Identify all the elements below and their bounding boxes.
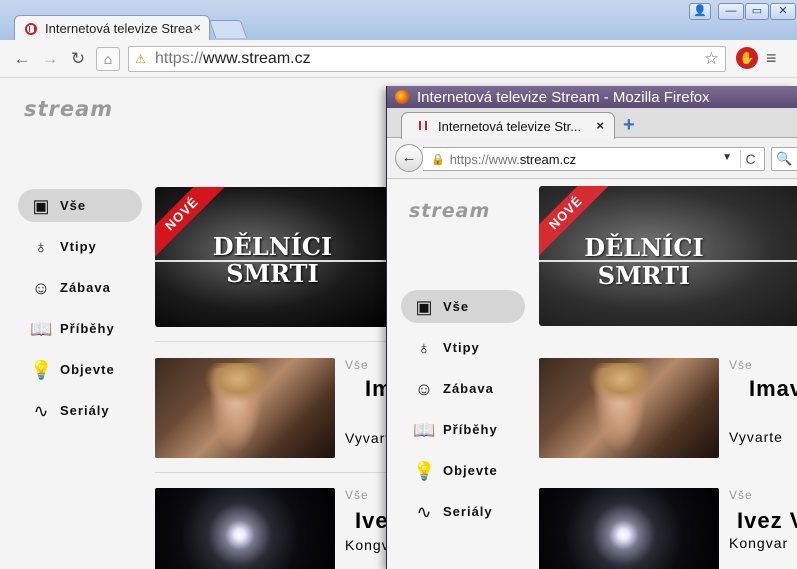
url-dropdown-icon[interactable]: ▼ <box>722 152 732 163</box>
chrome-titlebar: Internetová televize Stream × 👤 — ▭ ✕ <box>0 0 797 41</box>
menu-item-label: Objevte <box>60 362 115 377</box>
menu-item-1[interactable]: ♁ Vtipy <box>18 230 142 263</box>
stream-favicon-icon <box>416 120 428 132</box>
pulse-icon: ∿ <box>416 501 432 522</box>
new-tab-button[interactable] <box>208 20 248 38</box>
menu-item-2[interactable]: ☺ Zábava <box>18 271 142 304</box>
new-tab-plus-icon[interactable]: + <box>623 114 635 137</box>
reload-icon[interactable]: ↻ <box>68 49 88 69</box>
menu-item-label: Objevte <box>443 463 498 478</box>
hero-title-line2: SMRTI <box>597 261 691 290</box>
firefox-tab[interactable]: Internetová televize Str... × <box>401 112 615 139</box>
bookmark-star-icon[interactable]: ☆ <box>704 49 719 69</box>
menu-item-4[interactable]: 💡 Objevte <box>401 454 525 487</box>
play-box-icon: ▣ <box>32 195 50 216</box>
adblock-extension-icon[interactable]: ✋ <box>736 47 758 69</box>
hero-banner[interactable]: NOVÉ DĚLNÍCI SMRTI <box>539 186 797 326</box>
close-window-button[interactable]: ✕ <box>770 3 796 20</box>
book-icon: 📖 <box>413 419 436 440</box>
video-thumbnail[interactable] <box>155 358 335 458</box>
bomb-icon: ♁ <box>417 337 431 358</box>
book-icon: 📖 <box>30 318 53 339</box>
lightbulb-icon: 💡 <box>413 460 436 481</box>
firefox-window: Internetová televize Stream - Mozilla Fi… <box>386 86 797 569</box>
firefox-tab-title: Internetová televize Str... <box>438 118 582 134</box>
card-category: Vše <box>729 358 753 372</box>
close-tab-icon[interactable]: × <box>596 118 604 133</box>
bomb-icon: ♁ <box>34 236 48 257</box>
menu-item-1[interactable]: ♁ Vtipy <box>401 331 525 364</box>
close-tab-icon[interactable]: × <box>193 20 201 35</box>
stream-logo[interactable]: stream <box>24 97 113 121</box>
firefox-logo-icon <box>395 90 409 104</box>
menu-item-label: Příběhy <box>443 422 498 437</box>
firefox-tabbar: Internetová televize Str... × + <box>387 108 797 139</box>
hero-banner[interactable]: NOVÉ DĚLNÍCI SMRTI <box>155 187 390 327</box>
back-arrow-icon[interactable]: ← <box>395 144 423 172</box>
firefox-page-content: stream ▣ Vše ♁ Vtipy ☺ Zábava 📖 Příběhy 💡 Objevte… <box>387 180 797 569</box>
pulse-icon: ∿ <box>33 400 49 421</box>
search-icon[interactable]: 🔍 <box>771 147 797 171</box>
reload-icon[interactable]: C <box>740 150 760 168</box>
minimize-button[interactable]: — <box>718 3 744 20</box>
menu-item-3[interactable]: 📖 Příběhy <box>18 312 142 345</box>
card-category: Vše <box>345 358 369 372</box>
lock-icon[interactable]: 🔒 <box>431 153 445 166</box>
menu-item-2[interactable]: ☺ Zábava <box>401 372 525 405</box>
menu-item-label: Vše <box>443 299 470 314</box>
warning-lock-icon[interactable]: ⚠ <box>135 52 149 66</box>
stream-favicon-icon <box>25 22 37 35</box>
smiley-icon: ☺ <box>414 378 434 399</box>
card-title[interactable]: Ivez V <box>737 508 797 534</box>
forward-arrow-icon[interactable]: → <box>40 49 60 69</box>
chrome-tab[interactable]: Internetová televize Stream × <box>14 15 210 41</box>
hero-title-line2: SMRTI <box>226 259 319 288</box>
menu-item-label: Vše <box>60 198 87 213</box>
card-category: Vše <box>345 488 369 502</box>
hero-title-line1: DĚLNÍCI <box>584 233 704 262</box>
firefox-url-text: https://www.stream.cz <box>449 151 577 167</box>
menu-item-5[interactable]: ∿ Seriály <box>18 394 142 427</box>
chrome-tab-title: Internetová televize Stream <box>45 21 193 36</box>
hero-title-line1: DĚLNÍCI <box>212 232 333 261</box>
firefox-titlebar: Internetová televize Stream - Mozilla Fi… <box>387 86 797 108</box>
video-thumbnail[interactable] <box>155 488 335 569</box>
card-title[interactable]: Imav <box>749 376 797 402</box>
menu-item-label: Vtipy <box>60 239 97 254</box>
chrome-menu-icon[interactable]: ≡ <box>766 48 777 69</box>
play-box-icon: ▣ <box>415 296 433 317</box>
video-thumbnail[interactable] <box>539 358 719 458</box>
card-subtitle: Kongvar <box>729 535 789 551</box>
divider <box>155 472 395 473</box>
menu-item-label: Vtipy <box>443 340 480 355</box>
divider <box>155 341 395 342</box>
firefox-navbar: 🔒 https://www.stream.cz ▼ C ← 🔍 <box>387 139 797 179</box>
menu-item-0[interactable]: ▣ Vše <box>18 189 142 222</box>
stream-logo[interactable]: stream <box>409 200 490 222</box>
lightbulb-icon: 💡 <box>30 359 53 380</box>
firefox-window-title: Internetová televize Stream - Mozilla Fi… <box>417 88 710 106</box>
maximize-button[interactable]: ▭ <box>745 3 769 20</box>
firefox-address-bar[interactable]: 🔒 https://www.stream.cz ▼ C <box>423 147 765 171</box>
menu-item-3[interactable]: 📖 Příběhy <box>401 413 525 446</box>
menu-item-4[interactable]: 💡 Objevte <box>18 353 142 386</box>
address-bar[interactable]: ⚠ https://www.stream.cz ☆ <box>128 46 726 72</box>
smiley-icon: ☺ <box>31 277 51 298</box>
card-category: Vše <box>729 488 753 502</box>
menu-item-5[interactable]: ∿ Seriály <box>401 495 525 528</box>
chrome-toolbar: ← → ↻ ⌂ ⚠ https://www.stream.cz ☆ ✋ ≡ <box>0 40 797 78</box>
video-thumbnail[interactable] <box>539 488 719 569</box>
back-arrow-icon[interactable]: ← <box>12 49 32 69</box>
card-subtitle: Vyvarte <box>729 429 783 445</box>
menu-item-label: Zábava <box>443 381 494 396</box>
menu-item-label: Seriály <box>60 403 110 418</box>
menu-item-label: Příběhy <box>60 321 115 336</box>
menu-item-label: Zábava <box>60 280 111 295</box>
address-url: https://www.stream.cz <box>155 50 311 67</box>
menu-item-label: Seriály <box>443 504 493 519</box>
profile-button[interactable]: 👤 <box>689 3 711 20</box>
home-icon[interactable]: ⌂ <box>96 47 120 71</box>
menu-item-0[interactable]: ▣ Vše <box>401 290 525 323</box>
